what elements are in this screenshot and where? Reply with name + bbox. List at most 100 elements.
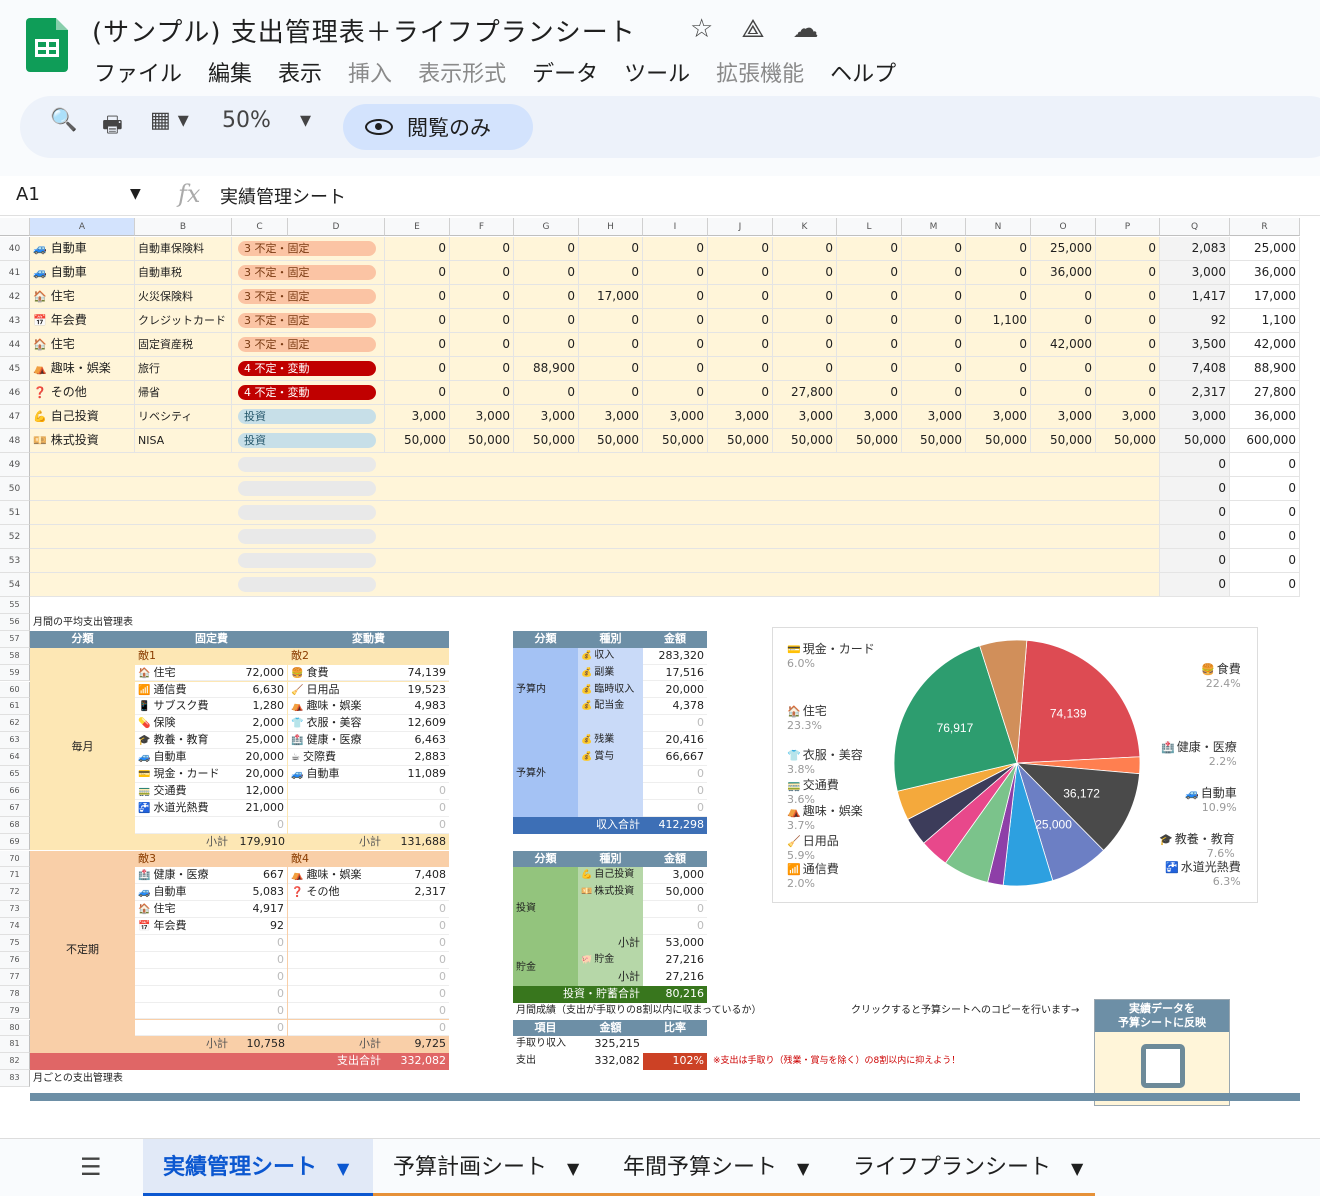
tab-dropdown-icon[interactable]: ▼ [567,1159,579,1178]
row-number[interactable]: 48 [0,429,30,453]
annual-total-cell[interactable]: 88,900 [1230,357,1300,381]
column-header[interactable]: K [773,218,837,236]
month-value-cell[interactable]: 0 [773,237,837,261]
month-value-cell[interactable]: 0 [579,237,643,261]
month-value-cell[interactable]: 3,000 [385,405,450,429]
item-cell[interactable]: 帰省 [135,381,232,405]
month-value-cell[interactable]: 0 [902,285,966,309]
month-value-cell[interactable]: 0 [514,333,579,357]
column-header[interactable]: M [902,218,966,236]
month-value-cell[interactable]: 0 [1096,381,1160,405]
row-number[interactable]: 41 [0,261,30,285]
row-number[interactable]: 58 [0,647,30,665]
column-header[interactable]: Q [1160,218,1230,236]
month-value-cell[interactable]: 0 [837,357,902,381]
tab-dropdown-icon[interactable]: ▼ [797,1159,809,1178]
all-sheets-menu-icon[interactable]: ☰ [80,1153,102,1181]
type-chip[interactable]: 投資 [238,433,376,448]
month-value-cell[interactable]: 0 [902,333,966,357]
item-cell[interactable]: クレジットカード [135,309,232,333]
annual-total-cell[interactable]: 36,000 [1230,261,1300,285]
annual-total-cell[interactable]: 0 [1230,573,1300,597]
average-cell[interactable]: 92 [1160,309,1230,333]
month-value-cell[interactable]: 50,000 [708,429,773,453]
row-number[interactable]: 43 [0,309,30,333]
row-number[interactable]: 62 [0,715,30,733]
month-value-cell[interactable]: 50,000 [966,429,1031,453]
month-value-cell[interactable]: 25,000 [1031,237,1096,261]
month-value-cell[interactable]: 3,000 [450,405,514,429]
month-value-cell[interactable]: 50,000 [902,429,966,453]
column-header[interactable]: L [837,218,902,236]
month-value-cell[interactable]: 0 [708,285,773,309]
annual-total-cell[interactable]: 0 [1230,453,1300,477]
category-cell[interactable]: ⛺ 趣味・娯楽 [30,357,135,381]
month-value-cell[interactable]: 0 [1096,237,1160,261]
month-value-cell[interactable]: 0 [385,285,450,309]
month-value-cell[interactable]: 50,000 [643,429,708,453]
print-icon[interactable]: 🖶 [102,108,123,146]
column-header[interactable]: O [1031,218,1096,236]
annual-total-cell[interactable]: 25,000 [1230,237,1300,261]
type-chip-empty[interactable] [238,529,376,544]
empty-entry-row[interactable] [30,573,1160,597]
category-cell[interactable]: 💪 自己投資 [30,405,135,429]
average-cell[interactable]: 2,083 [1160,237,1230,261]
cloud-status-icon[interactable]: ☁ [793,14,819,45]
menu-item[interactable]: 挿入 [348,56,392,88]
month-value-cell[interactable]: 0 [708,309,773,333]
month-value-cell[interactable]: 50,000 [773,429,837,453]
month-value-cell[interactable]: 50,000 [385,429,450,453]
column-header[interactable]: D [288,218,385,236]
month-value-cell[interactable]: 0 [837,309,902,333]
month-value-cell[interactable]: 0 [708,237,773,261]
column-header[interactable]: H [579,218,643,236]
month-value-cell[interactable]: 0 [902,261,966,285]
month-value-cell[interactable]: 0 [1096,261,1160,285]
type-chip[interactable]: 投資 [238,409,376,424]
month-value-cell[interactable]: 0 [708,261,773,285]
month-value-cell[interactable]: 0 [514,261,579,285]
month-value-cell[interactable]: 3,000 [1031,405,1096,429]
row-number[interactable]: 59 [0,664,30,682]
row-number[interactable]: 56 [0,613,30,631]
month-value-cell[interactable]: 3,000 [514,405,579,429]
row-number[interactable]: 82 [0,1053,30,1071]
month-value-cell[interactable]: 0 [837,285,902,309]
empty-entry-row[interactable] [30,525,1160,549]
category-cell[interactable]: 🚙 自動車 [30,261,135,285]
formula-input[interactable]: 実績管理シート [220,183,346,209]
month-value-cell[interactable]: 0 [773,309,837,333]
category-cell[interactable]: ❓ その他 [30,381,135,405]
month-value-cell[interactable]: 3,000 [773,405,837,429]
category-cell[interactable]: 🏠 住宅 [30,333,135,357]
row-number[interactable]: 71 [0,867,30,885]
average-cell[interactable]: 50,000 [1160,429,1230,453]
month-value-cell[interactable]: 0 [643,261,708,285]
row-number[interactable]: 68 [0,816,30,834]
sheet-grid[interactable]: A B C D E F G H I J K L M N O P Q R 40 🚙 自動車 自動車保険料 3 不定・固定 0 0 0… [0,218,1320,1136]
month-value-cell[interactable]: 0 [837,381,902,405]
month-value-cell[interactable]: 88,900 [514,357,579,381]
average-cell[interactable]: 0 [1160,453,1230,477]
name-box-dropdown-icon[interactable]: ▼ [130,186,141,202]
month-value-cell[interactable]: 0 [773,357,837,381]
row-number[interactable]: 53 [0,549,30,573]
empty-entry-row[interactable] [30,453,1160,477]
row-number[interactable]: 64 [0,749,30,766]
month-value-cell[interactable]: 3,000 [837,405,902,429]
month-value-cell[interactable]: 0 [1031,357,1096,381]
month-value-cell[interactable]: 0 [966,333,1031,357]
row-number[interactable]: 40 [0,237,30,261]
month-value-cell[interactable]: 1,100 [966,309,1031,333]
column-header[interactable]: G [514,218,579,236]
month-value-cell[interactable]: 3,000 [579,405,643,429]
month-value-cell[interactable]: 0 [643,357,708,381]
search-icon[interactable]: 🔍 [50,108,77,133]
row-number[interactable]: 63 [0,732,30,750]
category-cell[interactable]: 📅 年会費 [30,309,135,333]
average-cell[interactable]: 2,317 [1160,381,1230,405]
month-value-cell[interactable]: 50,000 [579,429,643,453]
type-chip[interactable]: 3 不定・固定 [238,289,376,304]
sheet-tab[interactable]: 予算計画シート ▼ [373,1139,603,1196]
